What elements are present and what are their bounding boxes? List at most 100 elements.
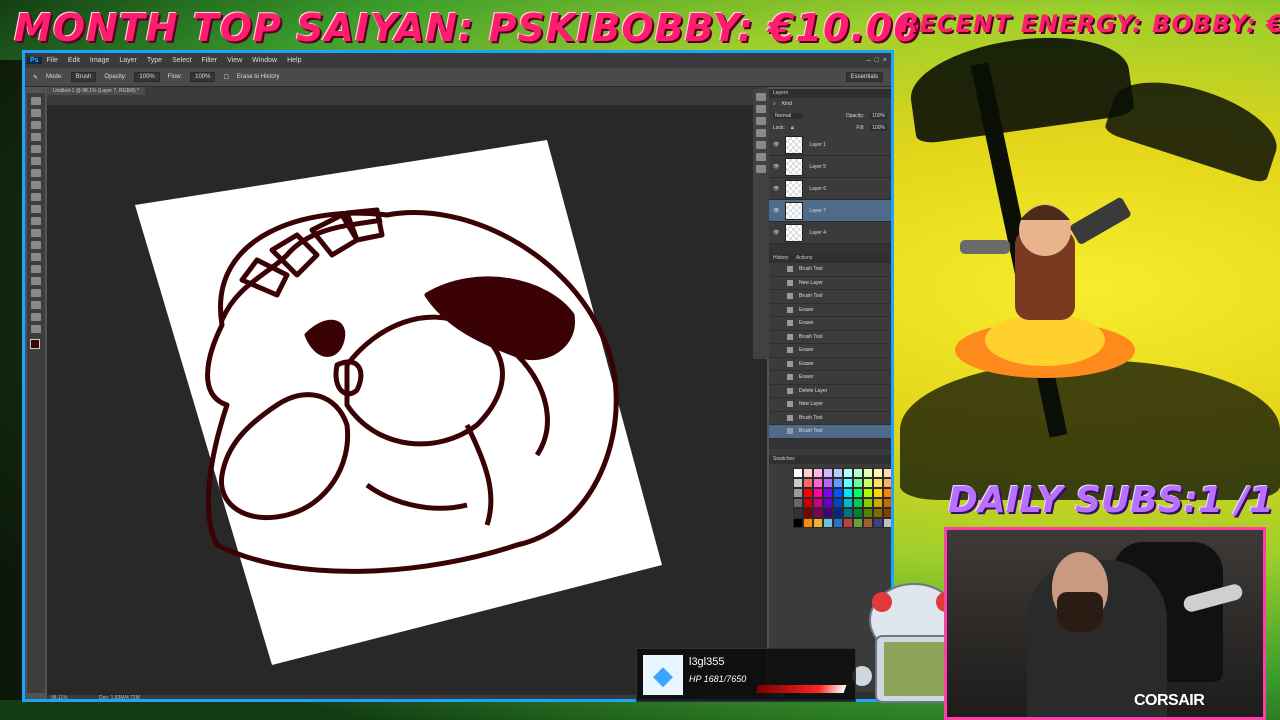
color-swatch[interactable] <box>873 497 883 508</box>
color-swatch[interactable] <box>833 467 843 478</box>
history-item[interactable]: Delete Layer <box>769 385 891 398</box>
eye-icon[interactable]: 👁︎ <box>773 186 779 192</box>
color-swatch[interactable] <box>833 517 843 528</box>
marquee-tool-icon[interactable] <box>31 109 41 117</box>
minimize-button[interactable]: – <box>867 57 871 64</box>
erase-history-checkbox[interactable]: ☐ <box>223 74 228 81</box>
color-swatch[interactable] <box>793 517 803 528</box>
color-swatch[interactable] <box>823 497 833 508</box>
menu-image[interactable]: Image <box>85 57 114 64</box>
layer-row-selected[interactable]: 👁︎ Layer 7 <box>769 200 891 222</box>
color-swatch[interactable] <box>873 517 883 528</box>
color-swatch[interactable] <box>803 507 813 518</box>
menu-edit[interactable]: Edit <box>63 57 85 64</box>
color-swatch[interactable] <box>873 487 883 498</box>
gradient-tool-icon[interactable] <box>31 229 41 237</box>
color-swatch[interactable] <box>873 477 883 488</box>
color-swatch[interactable] <box>833 497 843 508</box>
menu-file[interactable]: File <box>42 57 63 64</box>
color-swatch[interactable] <box>803 517 813 528</box>
history-item[interactable]: Brush Tool <box>769 290 891 304</box>
color-swatch[interactable] <box>853 477 863 488</box>
color-swatch[interactable] <box>853 467 863 478</box>
color-swatch[interactable] <box>823 517 833 528</box>
color-swatch[interactable] <box>853 497 863 508</box>
color-swatch[interactable] <box>863 467 873 478</box>
color-swatch[interactable] <box>843 477 853 488</box>
layer-row[interactable]: 👁︎ Layer 5 <box>769 156 891 178</box>
menu-type[interactable]: Type <box>142 57 167 64</box>
history-item[interactable]: Brush Tool <box>769 412 891 425</box>
color-swatch[interactable] <box>823 477 833 488</box>
layer-row[interactable]: 👁︎ Layer 6 <box>769 178 891 200</box>
layer-row[interactable]: 👁︎ Layer 4 <box>769 222 891 244</box>
brush-panel-icon[interactable] <box>756 129 766 137</box>
history-item[interactable]: Eraser <box>769 317 891 331</box>
adjustments-panel-icon[interactable] <box>756 105 766 113</box>
document-canvas[interactable] <box>47 105 767 695</box>
history-item[interactable]: New Layer <box>769 277 891 290</box>
menu-filter[interactable]: Filter <box>197 57 223 64</box>
color-swatch[interactable] <box>823 507 833 518</box>
foreground-color-swatch[interactable] <box>30 339 40 349</box>
zoom-tool-icon[interactable] <box>31 325 41 333</box>
blur-tool-icon[interactable] <box>31 241 41 249</box>
color-swatch[interactable] <box>793 467 803 478</box>
history-item[interactable]: Brush Tool <box>769 331 891 344</box>
color-swatch[interactable] <box>883 507 891 518</box>
color-swatch[interactable] <box>833 507 843 518</box>
eye-icon[interactable]: 👁︎ <box>773 164 779 170</box>
color-swatch[interactable] <box>813 487 823 498</box>
properties-panel-icon[interactable] <box>756 165 766 173</box>
color-swatch[interactable] <box>843 467 853 478</box>
character-panel-icon[interactable] <box>756 141 766 149</box>
eye-icon[interactable]: 👁︎ <box>773 142 779 148</box>
document-tab[interactable]: Untitled-1 @ 98.1% (Layer 7, RGB/8) * <box>47 87 145 95</box>
color-swatch[interactable] <box>843 517 853 528</box>
tab-actions[interactable]: Actions <box>796 255 812 261</box>
color-swatch[interactable] <box>803 497 813 508</box>
quick-select-tool-icon[interactable] <box>31 133 41 141</box>
type-tool-icon[interactable] <box>31 277 41 285</box>
color-swatch[interactable] <box>843 507 853 518</box>
history-item[interactable]: Eraser <box>769 371 891 385</box>
color-swatch[interactable] <box>833 487 843 498</box>
crop-tool-icon[interactable] <box>31 145 41 153</box>
color-swatch[interactable] <box>813 517 823 528</box>
color-swatch[interactable] <box>853 507 863 518</box>
menu-window[interactable]: Window <box>247 57 282 64</box>
zoom-readout[interactable]: 98.11% <box>51 695 68 699</box>
color-swatch[interactable] <box>883 517 891 528</box>
hand-tool-icon[interactable] <box>31 313 41 321</box>
eyedropper-tool-icon[interactable] <box>31 157 41 165</box>
color-swatch[interactable] <box>863 517 873 528</box>
eye-icon[interactable]: 👁︎ <box>773 208 779 214</box>
history-item[interactable]: Brush Tool <box>769 263 891 277</box>
color-swatch[interactable] <box>803 467 813 478</box>
color-swatch[interactable] <box>863 497 873 508</box>
swatches-panel-header[interactable]: Swatches <box>769 454 891 464</box>
color-swatch[interactable] <box>853 517 863 528</box>
eye-icon[interactable]: 👁︎ <box>773 230 779 236</box>
color-swatch[interactable] <box>813 507 823 518</box>
tab-history[interactable]: History <box>773 255 789 261</box>
color-swatch[interactable] <box>843 497 853 508</box>
opacity-field[interactable]: 100% <box>134 72 160 82</box>
mode-select[interactable]: Brush <box>70 72 97 82</box>
color-swatch[interactable] <box>873 467 883 478</box>
history-item[interactable]: Eraser <box>769 344 891 358</box>
color-swatch[interactable] <box>823 467 833 478</box>
layer-kind-filter[interactable]: Kind <box>782 101 792 107</box>
color-swatch[interactable] <box>843 487 853 498</box>
fill-field[interactable]: 100% <box>870 125 887 131</box>
color-swatch[interactable] <box>863 487 873 498</box>
color-swatch[interactable] <box>883 467 891 478</box>
info-panel-icon[interactable] <box>756 117 766 125</box>
history-item[interactable]: Eraser <box>769 358 891 371</box>
history-item-selected[interactable]: Brush Tool <box>769 425 891 439</box>
color-swatch[interactable] <box>793 497 803 508</box>
color-swatch[interactable] <box>803 487 813 498</box>
color-swatch[interactable] <box>793 477 803 488</box>
stamp-tool-icon[interactable] <box>31 193 41 201</box>
color-panel-icon[interactable] <box>756 93 766 101</box>
